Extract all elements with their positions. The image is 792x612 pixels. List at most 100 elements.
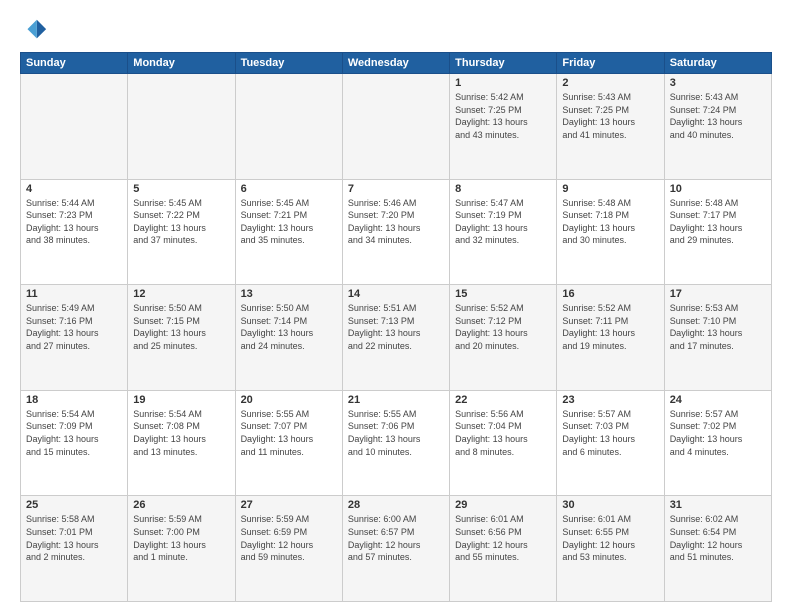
calendar-cell: 11 Sunrise: 5:49 AM Sunset: 7:16 PM Dayli… (21, 285, 128, 391)
calendar-cell: 4 Sunrise: 5:44 AM Sunset: 7:23 PM Daylig… (21, 179, 128, 285)
day-info: Sunrise: 5:57 AM Sunset: 7:02 PM Dayligh… (670, 408, 766, 458)
day-number: 21 (348, 394, 444, 406)
calendar-cell: 5Sunrise: 5:45 AM Sunset: 7:22 PM Daylig… (128, 179, 235, 285)
header-day-thursday: Thursday (450, 53, 557, 74)
day-number: 2 (562, 77, 658, 89)
day-number: 9 (562, 183, 658, 195)
calendar-cell: 19Sunrise: 5:54 AM Sunset: 7:08 PM Dayli… (128, 390, 235, 496)
day-info: Sunrise: 5:52 AM Sunset: 7:12 PM Dayligh… (455, 302, 551, 352)
calendar-week-2: 4 Sunrise: 5:44 AM Sunset: 7:23 PM Daylig… (21, 179, 772, 285)
day-number: 7 (348, 183, 444, 195)
day-info: Sunrise: 6:00 AM Sunset: 6:57 PM Dayligh… (348, 513, 444, 563)
day-number: 11 (26, 288, 122, 300)
calendar-cell: 25 Sunrise: 5:58 AM Sunset: 7:01 PM Dayli… (21, 496, 128, 602)
day-number: 30 (562, 499, 658, 511)
calendar-week-3: 11 Sunrise: 5:49 AM Sunset: 7:16 PM Dayli… (21, 285, 772, 391)
calendar-cell: 29Sunrise: 6:01 AM Sunset: 6:56 PM Dayli… (450, 496, 557, 602)
calendar-cell: 14Sunrise: 5:51 AM Sunset: 7:13 PM Dayli… (342, 285, 449, 391)
calendar-cell: 28 Sunrise: 6:00 AM Sunset: 6:57 PM Dayli… (342, 496, 449, 602)
calendar-body: 1 Sunrise: 5:42 AM Sunset: 7:25 PM Daylig… (21, 74, 772, 602)
calendar-cell (21, 74, 128, 180)
day-number: 14 (348, 288, 444, 300)
day-info: Sunrise: 5:45 AM Sunset: 7:22 PM Dayligh… (133, 197, 229, 247)
day-number: 24 (670, 394, 766, 406)
calendar-cell: 27Sunrise: 5:59 AM Sunset: 6:59 PM Dayli… (235, 496, 342, 602)
calendar-table: SundayMondayTuesdayWednesdayThursdayFrid… (20, 52, 772, 602)
day-info: Sunrise: 5:54 AM Sunset: 7:08 PM Dayligh… (133, 408, 229, 458)
day-info: Sunrise: 5:44 AM Sunset: 7:23 PM Dayligh… (26, 197, 122, 247)
day-info: Sunrise: 5:54 AM Sunset: 7:09 PM Dayligh… (26, 408, 122, 458)
logo-icon (20, 16, 48, 44)
day-info: Sunrise: 5:42 AM Sunset: 7:25 PM Dayligh… (455, 91, 551, 141)
calendar-cell: 9 Sunrise: 5:48 AM Sunset: 7:18 PM Daylig… (557, 179, 664, 285)
day-info: Sunrise: 5:50 AM Sunset: 7:14 PM Dayligh… (241, 302, 337, 352)
header-day-sunday: Sunday (21, 53, 128, 74)
page: SundayMondayTuesdayWednesdayThursdayFrid… (0, 0, 792, 612)
day-info: Sunrise: 5:56 AM Sunset: 7:04 PM Dayligh… (455, 408, 551, 458)
calendar-cell: 3Sunrise: 5:43 AM Sunset: 7:24 PM Daylig… (664, 74, 771, 180)
day-number: 31 (670, 499, 766, 511)
day-info: Sunrise: 6:01 AM Sunset: 6:55 PM Dayligh… (562, 513, 658, 563)
header-day-saturday: Saturday (664, 53, 771, 74)
day-info: Sunrise: 5:49 AM Sunset: 7:16 PM Dayligh… (26, 302, 122, 352)
day-number: 3 (670, 77, 766, 89)
day-number: 18 (26, 394, 122, 406)
day-info: Sunrise: 5:48 AM Sunset: 7:18 PM Dayligh… (562, 197, 658, 247)
calendar-cell: 18 Sunrise: 5:54 AM Sunset: 7:09 PM Dayli… (21, 390, 128, 496)
day-info: Sunrise: 5:59 AM Sunset: 7:00 PM Dayligh… (133, 513, 229, 563)
header (20, 16, 772, 44)
day-info: Sunrise: 5:58 AM Sunset: 7:01 PM Dayligh… (26, 513, 122, 563)
calendar-cell (128, 74, 235, 180)
day-info: Sunrise: 5:57 AM Sunset: 7:03 PM Dayligh… (562, 408, 658, 458)
logo (20, 16, 52, 44)
day-info: Sunrise: 5:46 AM Sunset: 7:20 PM Dayligh… (348, 197, 444, 247)
calendar-week-1: 1 Sunrise: 5:42 AM Sunset: 7:25 PM Daylig… (21, 74, 772, 180)
calendar-cell: 22Sunrise: 5:56 AM Sunset: 7:04 PM Dayli… (450, 390, 557, 496)
calendar-cell: 15 Sunrise: 5:52 AM Sunset: 7:12 PM Dayli… (450, 285, 557, 391)
day-info: Sunrise: 5:47 AM Sunset: 7:19 PM Dayligh… (455, 197, 551, 247)
calendar-cell (235, 74, 342, 180)
day-number: 8 (455, 183, 551, 195)
day-number: 6 (241, 183, 337, 195)
header-day-wednesday: Wednesday (342, 53, 449, 74)
day-number: 13 (241, 288, 337, 300)
calendar-cell (342, 74, 449, 180)
calendar-cell: 30 Sunrise: 6:01 AM Sunset: 6:55 PM Dayli… (557, 496, 664, 602)
day-number: 1 (455, 77, 551, 89)
day-number: 20 (241, 394, 337, 406)
calendar-cell: 6 Sunrise: 5:45 AM Sunset: 7:21 PM Daylig… (235, 179, 342, 285)
day-info: Sunrise: 5:43 AM Sunset: 7:25 PM Dayligh… (562, 91, 658, 141)
day-number: 17 (670, 288, 766, 300)
header-row: SundayMondayTuesdayWednesdayThursdayFrid… (21, 53, 772, 74)
header-day-tuesday: Tuesday (235, 53, 342, 74)
calendar-cell: 20 Sunrise: 5:55 AM Sunset: 7:07 PM Dayli… (235, 390, 342, 496)
day-number: 28 (348, 499, 444, 511)
day-info: Sunrise: 5:55 AM Sunset: 7:06 PM Dayligh… (348, 408, 444, 458)
calendar-cell: 23Sunrise: 5:57 AM Sunset: 7:03 PM Dayli… (557, 390, 664, 496)
day-info: Sunrise: 5:53 AM Sunset: 7:10 PM Dayligh… (670, 302, 766, 352)
day-info: Sunrise: 5:52 AM Sunset: 7:11 PM Dayligh… (562, 302, 658, 352)
calendar-cell: 1 Sunrise: 5:42 AM Sunset: 7:25 PM Daylig… (450, 74, 557, 180)
day-info: Sunrise: 6:02 AM Sunset: 6:54 PM Dayligh… (670, 513, 766, 563)
calendar-cell: 16 Sunrise: 5:52 AM Sunset: 7:11 PM Dayli… (557, 285, 664, 391)
day-info: Sunrise: 5:50 AM Sunset: 7:15 PM Dayligh… (133, 302, 229, 352)
calendar-header: SundayMondayTuesdayWednesdayThursdayFrid… (21, 53, 772, 74)
day-info: Sunrise: 5:55 AM Sunset: 7:07 PM Dayligh… (241, 408, 337, 458)
day-info: Sunrise: 5:48 AM Sunset: 7:17 PM Dayligh… (670, 197, 766, 247)
calendar-cell: 24 Sunrise: 5:57 AM Sunset: 7:02 PM Dayli… (664, 390, 771, 496)
day-number: 16 (562, 288, 658, 300)
calendar-cell: 31 Sunrise: 6:02 AM Sunset: 6:54 PM Dayli… (664, 496, 771, 602)
day-number: 25 (26, 499, 122, 511)
day-info: Sunrise: 5:45 AM Sunset: 7:21 PM Dayligh… (241, 197, 337, 247)
calendar-cell: 2 Sunrise: 5:43 AM Sunset: 7:25 PM Daylig… (557, 74, 664, 180)
day-number: 4 (26, 183, 122, 195)
calendar-cell: 8 Sunrise: 5:47 AM Sunset: 7:19 PM Daylig… (450, 179, 557, 285)
calendar-cell: 12 Sunrise: 5:50 AM Sunset: 7:15 PM Dayli… (128, 285, 235, 391)
calendar-cell: 7 Sunrise: 5:46 AM Sunset: 7:20 PM Daylig… (342, 179, 449, 285)
calendar-cell: 21 Sunrise: 5:55 AM Sunset: 7:06 PM Dayli… (342, 390, 449, 496)
day-number: 27 (241, 499, 337, 511)
calendar-week-5: 25 Sunrise: 5:58 AM Sunset: 7:01 PM Dayli… (21, 496, 772, 602)
day-number: 15 (455, 288, 551, 300)
day-number: 12 (133, 288, 229, 300)
day-info: Sunrise: 6:01 AM Sunset: 6:56 PM Dayligh… (455, 513, 551, 563)
